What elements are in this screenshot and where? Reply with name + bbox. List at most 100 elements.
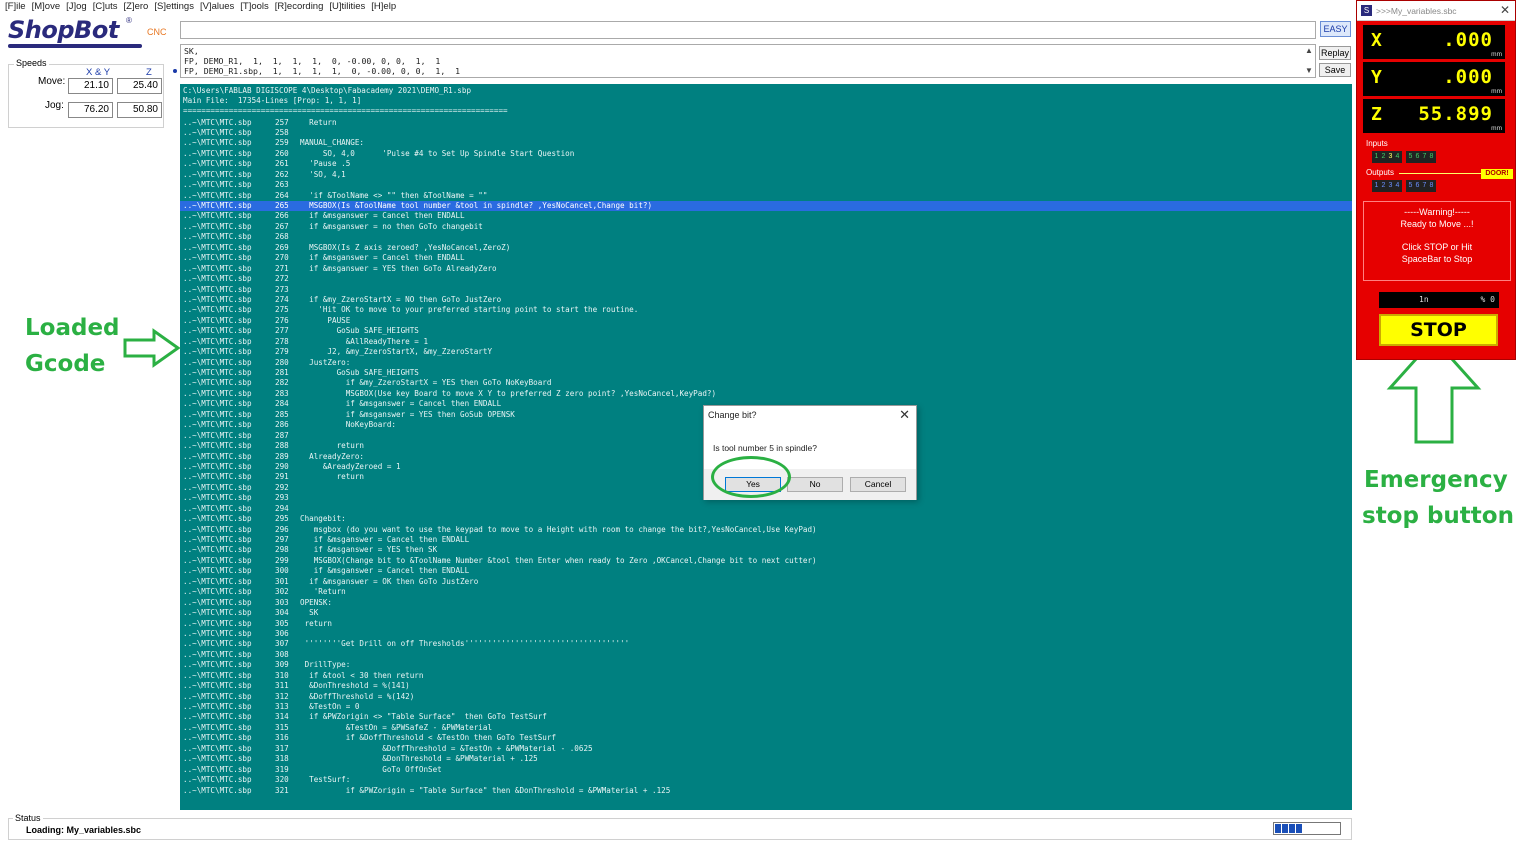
code-line[interactable]: ..~\MTC\MTC.sbp 320 TestSurf: <box>180 775 1352 785</box>
code-line[interactable]: ..~\MTC\MTC.sbp 312 &DoffThreshold = %(14… <box>180 692 1352 702</box>
code-line-text: PAUSE <box>300 315 351 325</box>
code-line[interactable]: ..~\MTC\MTC.sbp 263 <box>180 180 1352 190</box>
code-line[interactable]: ..~\MTC\MTC.sbp 261 'Pause .5 <box>180 159 1352 169</box>
menu-item[interactable]: [V]alues <box>199 0 239 14</box>
code-line[interactable]: ..~\MTC\MTC.sbp 283 MSGBOX(Use key Board … <box>180 389 1352 399</box>
code-line[interactable]: ..~\MTC\MTC.sbp 271 if &msganswer = YES t… <box>180 264 1352 274</box>
code-line-file: ..~\MTC\MTC.sbp <box>183 399 252 409</box>
scroll-down-icon[interactable]: ▼ <box>1303 65 1315 77</box>
code-line[interactable]: ..~\MTC\MTC.sbp 259 MANUAL_CHANGE: <box>180 138 1352 148</box>
code-line[interactable]: ..~\MTC\MTC.sbp 268 <box>180 232 1352 242</box>
stop-button[interactable]: STOP <box>1379 314 1498 346</box>
code-line[interactable]: ..~\MTC\MTC.sbp 301 if &msganswer = OK th… <box>180 577 1352 587</box>
command-history[interactable]: SK, FP, DEMO_R1, 1, 1, 1, 1, 0, -0.00, 0… <box>180 44 1316 78</box>
code-line[interactable]: ..~\MTC\MTC.sbp 298 if &msganswer = YES t… <box>180 545 1352 555</box>
cancel-button[interactable]: Cancel <box>850 477 906 492</box>
logo-underline <box>8 44 142 48</box>
menu-item[interactable]: [R]ecording <box>274 0 329 14</box>
code-line[interactable]: ..~\MTC\MTC.sbp 267 if &msganswer = no th… <box>180 222 1352 232</box>
code-line[interactable]: ..~\MTC\MTC.sbp 277 GoSub SAFE_HEIGHTS <box>180 326 1352 336</box>
code-line-number: 318 <box>275 754 289 764</box>
move-z-field[interactable]: 25.40 <box>117 78 162 94</box>
menu-item[interactable]: [M]ove <box>31 0 66 14</box>
code-line[interactable]: ..~\MTC\MTC.sbp 260 SO, 4,0 'Pulse #4 to … <box>180 149 1352 159</box>
code-line[interactable]: ..~\MTC\MTC.sbp 270 if &msganswer = Cance… <box>180 253 1352 263</box>
menu-item[interactable]: [F]ile <box>4 0 31 14</box>
code-line[interactable]: ..~\MTC\MTC.sbp 302 'Return <box>180 587 1352 597</box>
code-line[interactable]: ..~\MTC\MTC.sbp 304 SK <box>180 608 1352 618</box>
code-line[interactable]: ..~\MTC\MTC.sbp 303 OPENSK: <box>180 598 1352 608</box>
code-line[interactable]: ..~\MTC\MTC.sbp 318 &DonThreshold = &PWMa… <box>180 754 1352 764</box>
code-line[interactable]: ..~\MTC\MTC.sbp 310 if &tool < 30 then re… <box>180 671 1352 681</box>
code-line-number: 310 <box>275 670 289 680</box>
code-line[interactable]: ..~\MTC\MTC.sbp 266 if &msganswer = Cance… <box>180 211 1352 221</box>
code-line[interactable]: ..~\MTC\MTC.sbp 305 return <box>180 619 1352 629</box>
warning-line: -----Warning!----- <box>1404 207 1470 217</box>
code-line[interactable]: ..~\MTC\MTC.sbp 281 GoSub SAFE_HEIGHTS <box>180 368 1352 378</box>
menu-item[interactable]: [S]ettings <box>153 0 199 14</box>
code-line[interactable]: ..~\MTC\MTC.sbp 317 &DoffThreshold = &Tes… <box>180 744 1352 754</box>
code-line-file: ..~\MTC\MTC.sbp <box>183 628 252 638</box>
code-line[interactable]: ..~\MTC\MTC.sbp 280 JustZero: <box>180 358 1352 368</box>
save-button[interactable]: Save <box>1319 63 1351 77</box>
code-line[interactable]: ..~\MTC\MTC.sbp 262 'SO, 4,1 <box>180 170 1352 180</box>
history-scrollbar[interactable]: ▲ ▼ <box>1303 45 1315 77</box>
code-line[interactable]: ..~\MTC\MTC.sbp 264 'if &ToolName <> "" t… <box>180 191 1352 201</box>
menu-item[interactable]: [H]elp <box>370 0 401 14</box>
code-line[interactable]: ..~\MTC\MTC.sbp 272 <box>180 274 1352 284</box>
code-line[interactable]: ..~\MTC\MTC.sbp 282 if &my_ZzeroStartX = … <box>180 378 1352 388</box>
code-line[interactable]: ..~\MTC\MTC.sbp 297 if &msganswer = Cance… <box>180 535 1352 545</box>
code-line-number: 295 <box>275 514 289 524</box>
easy-button[interactable]: EASY <box>1320 21 1351 37</box>
menu-item[interactable]: [C]uts <box>92 0 123 14</box>
speeds-col-xy: X & Y <box>86 67 111 78</box>
replay-button[interactable]: Replay <box>1319 46 1351 60</box>
close-icon[interactable]: ✕ <box>899 407 910 423</box>
code-line[interactable]: ..~\MTC\MTC.sbp 278 &AllReadyThere = 1 <box>180 337 1352 347</box>
jog-xy-field[interactable]: 76.20 <box>68 102 113 118</box>
no-button[interactable]: No <box>787 477 843 492</box>
menu-item[interactable]: [T]ools <box>239 0 274 14</box>
code-line-file: ..~\MTC\MTC.sbp <box>183 148 252 158</box>
y-readout[interactable]: Y .000 mm <box>1363 62 1505 96</box>
code-line[interactable]: ..~\MTC\MTC.sbp 311 &DonThreshold = %(141… <box>180 681 1352 691</box>
menu-item[interactable]: [U]tilities <box>328 0 370 14</box>
jog-z-field[interactable]: 50.80 <box>117 102 162 118</box>
code-line-number: 298 <box>275 545 289 555</box>
code-line[interactable]: ..~\MTC\MTC.sbp 316 if &DoffThreshold < &… <box>180 733 1352 743</box>
code-line[interactable]: ..~\MTC\MTC.sbp 274 if &my_ZzeroStartX = … <box>180 295 1352 305</box>
code-line[interactable]: ..~\MTC\MTC.sbp 257 Return <box>180 118 1352 128</box>
close-icon[interactable]: ✕ <box>1500 3 1510 17</box>
code-line[interactable]: ..~\MTC\MTC.sbp 315 &TestOn = &PWSafeZ - … <box>180 723 1352 733</box>
code-line[interactable]: ..~\MTC\MTC.sbp 299 MSGBOX(Change bit to … <box>180 556 1352 566</box>
code-line[interactable]: ..~\MTC\MTC.sbp 258 <box>180 128 1352 138</box>
code-line[interactable]: ..~\MTC\MTC.sbp 306 <box>180 629 1352 639</box>
menu-item[interactable]: [Z]ero <box>123 0 154 14</box>
code-line[interactable]: ..~\MTC\MTC.sbp 307 ''''''''Get Drill on … <box>180 639 1352 649</box>
menu-item[interactable]: [J]og <box>65 0 92 14</box>
code-line[interactable]: ..~\MTC\MTC.sbp 321 if &PWZorigin = "Tabl… <box>180 786 1352 796</box>
code-line[interactable]: ..~\MTC\MTC.sbp 309 DrillType: <box>180 660 1352 670</box>
code-line[interactable]: ..~\MTC\MTC.sbp 269 MSGBOX(Is Z axis zero… <box>180 243 1352 253</box>
command-input[interactable] <box>180 21 1316 39</box>
scroll-up-icon[interactable]: ▲ <box>1303 45 1315 57</box>
move-xy-field[interactable]: 21.10 <box>68 78 113 94</box>
code-line[interactable]: ..~\MTC\MTC.sbp 275 'Hit OK to move to yo… <box>180 305 1352 315</box>
code-line[interactable]: ..~\MTC\MTC.sbp 319 GoTo OffOnSet <box>180 765 1352 775</box>
code-line[interactable]: ..~\MTC\MTC.sbp 308 <box>180 650 1352 660</box>
code-line-number: 308 <box>275 649 289 659</box>
code-line[interactable]: ..~\MTC\MTC.sbp 276 PAUSE <box>180 316 1352 326</box>
code-line[interactable]: ..~\MTC\MTC.sbp 273 <box>180 285 1352 295</box>
code-line-text: MSGBOX(Change bit to &ToolName Number &t… <box>300 555 817 565</box>
code-line[interactable]: ..~\MTC\MTC.sbp 314 if &PWZorigin <> "Tab… <box>180 712 1352 722</box>
code-line[interactable]: ..~\MTC\MTC.sbp 295 Changebit: <box>180 514 1352 524</box>
code-line[interactable]: ..~\MTC\MTC.sbp 300 if &msganswer = Cance… <box>180 566 1352 576</box>
z-readout[interactable]: Z 55.899 mm <box>1363 99 1505 133</box>
code-line[interactable]: ..~\MTC\MTC.sbp 265 MSGBOX(Is &ToolName t… <box>180 201 1352 212</box>
code-line[interactable]: ..~\MTC\MTC.sbp 279 J2, &my_ZzeroStartX, … <box>180 347 1352 357</box>
x-readout[interactable]: X .000 mm <box>1363 25 1505 59</box>
history-current-dot <box>173 69 177 73</box>
code-line[interactable]: ..~\MTC\MTC.sbp 313 &TestOn = 0 <box>180 702 1352 712</box>
code-line[interactable]: ..~\MTC\MTC.sbp 294 <box>180 504 1352 514</box>
code-line[interactable]: ..~\MTC\MTC.sbp 296 msgbox (do you want t… <box>180 525 1352 535</box>
